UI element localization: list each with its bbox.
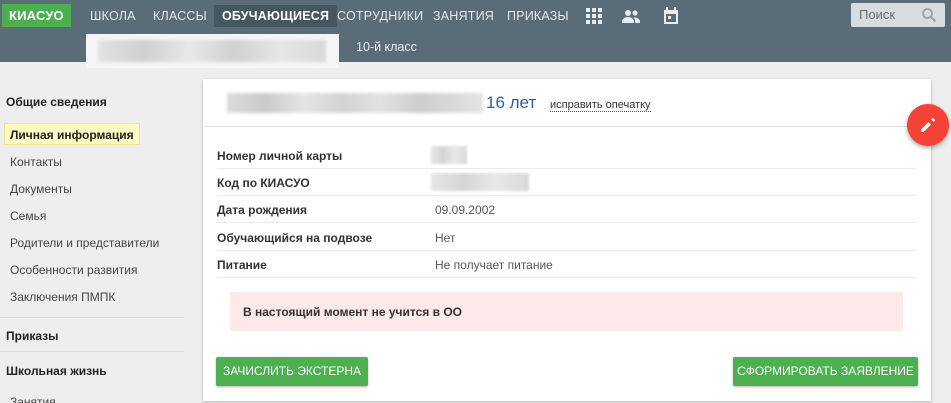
calendar-icon[interactable]	[661, 6, 681, 26]
not-studying-alert: В настоящий момент не учится в ОО	[230, 292, 903, 331]
sidebar-item-pmpk[interactable]: Заключения ПМПК	[10, 290, 115, 304]
redacted-card-number	[431, 146, 467, 164]
nav-item-staff[interactable]: СОТРУДНИКИ	[331, 5, 429, 27]
info-value: 09.09.2002	[435, 203, 496, 217]
personal-info-card: 16 лет исправить опечатку Номер личной к…	[203, 79, 931, 401]
info-label: Обучающийся на подвозе	[217, 231, 373, 245]
sidebar-divider	[0, 317, 184, 318]
fix-typo-link[interactable]: исправить опечатку	[550, 99, 651, 112]
alert-text: В настоящий момент не учится в ОО	[243, 305, 462, 319]
info-row-meals: Питание Не получает питание	[217, 251, 916, 278]
info-row-kiasuo-code: Код по КИАСУО	[217, 169, 916, 196]
info-row-card-number: Номер личной карты	[217, 142, 916, 169]
sidebar-item-parents[interactable]: Родители и представители	[10, 236, 159, 250]
create-application-button[interactable]: СФОРМИРОВАТЬ ЗАЯВЛЕНИЕ	[733, 357, 918, 386]
info-value: Нет	[435, 231, 456, 245]
nav-item-classes[interactable]: КЛАССЫ	[147, 5, 213, 27]
sidebar-item-lessons[interactable]: Занятия	[10, 395, 56, 403]
sidebar-item-development[interactable]: Особенности развития	[10, 263, 138, 277]
nav-item-orders[interactable]: ПРИКАЗЫ	[501, 5, 575, 27]
nav-item-school[interactable]: ШКОЛА	[84, 5, 142, 27]
sidebar-item-contacts[interactable]: Контакты	[10, 155, 62, 169]
sidebar-heading-orders[interactable]: Приказы	[6, 329, 58, 343]
edit-fab-button[interactable]	[907, 104, 949, 146]
nav-item-students[interactable]: ОБУЧАЮЩИЕСЯ	[214, 5, 338, 27]
sidebar-item-personal-info[interactable]: Личная информация	[4, 123, 140, 145]
sidebar-heading-general: Общие сведения	[6, 95, 107, 109]
info-value: Не получает питание	[435, 258, 553, 272]
info-row-transport: Обучающийся на подвозе Нет	[217, 224, 916, 251]
search-box[interactable]: Поиск	[851, 3, 945, 27]
search-input[interactable]: Поиск	[859, 7, 895, 22]
enroll-external-button[interactable]: ЗАЧИСЛИТЬ ЭКСТЕРНА	[216, 357, 368, 386]
pencil-icon	[921, 117, 936, 132]
info-label: Номер личной карты	[217, 149, 343, 163]
redacted-student-name	[98, 40, 326, 62]
info-label: Питание	[217, 258, 267, 272]
info-label: Дата рождения	[217, 203, 308, 217]
top-navbar: КИАСУО ШКОЛА КЛАССЫ ОБУЧАЮЩИЕСЯ СОТРУДНИ…	[0, 0, 951, 32]
student-subheader: 10-й класс	[0, 32, 951, 68]
sidebar-item-family[interactable]: Семья	[10, 209, 46, 223]
card-title: 16 лет исправить опечатку	[203, 79, 931, 127]
sidebar-item-documents[interactable]: Документы	[10, 182, 72, 196]
sidebar: Общие сведения Личная информация Контакт…	[0, 62, 184, 403]
people-icon[interactable]	[621, 6, 641, 26]
sidebar-heading-school-life: Школьная жизнь	[6, 364, 107, 378]
info-label: Код по КИАСУО	[217, 176, 310, 190]
student-age: 16 лет	[486, 93, 537, 112]
class-label[interactable]: 10-й класс	[356, 40, 417, 54]
brand-logo[interactable]: КИАСУО	[2, 4, 71, 27]
info-row-birth-date: Дата рождения 09.09.2002	[217, 196, 916, 223]
redacted-full-name	[227, 93, 483, 113]
search-icon[interactable]	[921, 7, 937, 23]
redacted-kiasuo-code	[431, 173, 529, 191]
nav-item-lessons[interactable]: ЗАНЯТИЯ	[427, 5, 500, 27]
sidebar-divider	[0, 351, 184, 352]
apps-grid-icon[interactable]	[584, 6, 604, 26]
